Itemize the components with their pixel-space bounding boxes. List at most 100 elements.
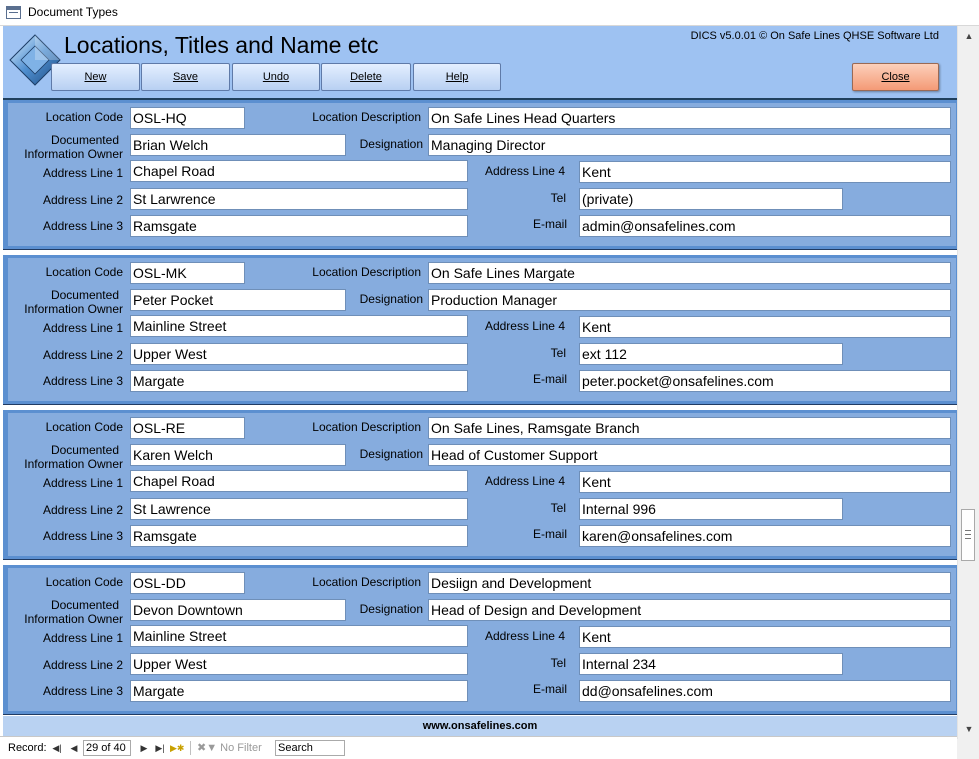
location-code-field[interactable]: OSL-RE [130, 417, 245, 439]
owner-label-line2: Information Owner [24, 302, 123, 316]
record-list: Location Code Documented Information Owner… [3, 98, 957, 716]
help-button[interactable]: Help [413, 63, 501, 91]
version-text: DICS v5.0.01 © On Safe Lines QHSE Softwa… [690, 30, 939, 42]
form-window-icon [6, 6, 21, 19]
address2-field[interactable]: St Larwrence [130, 188, 468, 210]
address3-label: Address Line 3 [42, 529, 123, 543]
location-description-label: Location Description [312, 575, 421, 589]
address2-label: Address Line 2 [42, 503, 123, 517]
address1-field[interactable]: Chapel Road [130, 470, 468, 492]
owner-label-line2: Information Owner [24, 612, 123, 626]
record-navigation-bar: Record: ◀| ◀ 29 of 40 ▶ ▶| ▶✱ ✖▼ No Filt… [0, 736, 957, 759]
page-title: Locations, Titles and Name etc [64, 32, 379, 58]
last-record-icon[interactable]: ▶| [153, 740, 167, 756]
website-url: www.onsafelines.com [3, 716, 957, 736]
location-code-label: Location Code [45, 575, 123, 589]
location-code-field[interactable]: OSL-HQ [130, 107, 245, 129]
location-record: Location Code Documented Information Owner… [3, 410, 957, 560]
tel-field[interactable]: Internal 996 [579, 498, 843, 520]
location-description-field[interactable]: On Safe Lines Head Quarters [428, 107, 951, 129]
location-description-field[interactable]: On Safe Lines, Ramsgate Branch [428, 417, 951, 439]
scroll-thumb[interactable] [961, 509, 975, 561]
form-area: Locations, Titles and Name etc DICS v5.0… [3, 26, 957, 736]
address4-field[interactable]: Kent [579, 316, 951, 338]
owner-label-line2: Information Owner [24, 147, 123, 161]
address3-label: Address Line 3 [42, 684, 123, 698]
address1-label: Address Line 1 [42, 166, 123, 180]
owner-label-line1: Documented [50, 598, 119, 612]
location-code-field[interactable]: OSL-DD [130, 572, 245, 594]
location-record: Location Code Documented Information Owner… [3, 100, 957, 250]
owner-label-line2: Information Owner [24, 457, 123, 471]
owner-field[interactable]: Karen Welch [130, 444, 346, 466]
tel-field[interactable]: Internal 234 [579, 653, 843, 675]
undo-button[interactable]: Undo [232, 63, 320, 91]
address2-label: Address Line 2 [42, 658, 123, 672]
owner-field[interactable]: Devon Downtown [130, 599, 346, 621]
designation-field[interactable]: Production Manager [428, 289, 951, 311]
location-description-field[interactable]: Desiign and Development [428, 572, 951, 594]
location-description-field[interactable]: On Safe Lines Margate [428, 262, 951, 284]
address1-field[interactable]: Mainline Street [130, 625, 468, 647]
email-field[interactable]: peter.pocket@onsafelines.com [579, 370, 951, 392]
owner-label-line1: Documented [50, 133, 119, 147]
first-record-icon[interactable]: ◀| [50, 740, 64, 756]
location-code-label: Location Code [45, 265, 123, 279]
email-field[interactable]: dd@onsafelines.com [579, 680, 951, 702]
address4-field[interactable]: Kent [579, 471, 951, 493]
address2-field[interactable]: Upper West [130, 343, 468, 365]
previous-record-icon[interactable]: ◀ [67, 740, 81, 756]
address2-field[interactable]: St Lawrence [130, 498, 468, 520]
address4-field[interactable]: Kent [579, 161, 951, 183]
location-record: Location Code Documented Information Owner… [3, 565, 957, 715]
location-code-field[interactable]: OSL-MK [130, 262, 245, 284]
address1-field[interactable]: Mainline Street [130, 315, 468, 337]
record-label: Record: [8, 742, 47, 754]
tel-field[interactable]: ext 112 [579, 343, 843, 365]
owner-field[interactable]: Brian Welch [130, 134, 346, 156]
location-description-label: Location Description [312, 110, 421, 124]
save-button[interactable]: Save [141, 63, 230, 91]
address2-label: Address Line 2 [42, 348, 123, 362]
address4-field[interactable]: Kent [579, 626, 951, 648]
owner-field[interactable]: Peter Pocket [130, 289, 346, 311]
address3-label: Address Line 3 [42, 219, 123, 233]
filter-off-icon: ✖▼ [197, 742, 218, 754]
location-record: Location Code Documented Information Owner… [3, 255, 957, 405]
designation-field[interactable]: Head of Design and Development [428, 599, 951, 621]
window-title: Document Types [28, 5, 118, 19]
address3-field[interactable]: Ramsgate [130, 215, 468, 237]
location-code-label: Location Code [45, 110, 123, 124]
address1-field[interactable]: Chapel Road [130, 160, 468, 182]
search-input[interactable]: Search [275, 740, 345, 756]
address3-field[interactable]: Margate [130, 680, 468, 702]
scroll-down-icon[interactable]: ▼ [961, 721, 977, 737]
designation-field[interactable]: Managing Director [428, 134, 951, 156]
address1-label: Address Line 1 [42, 631, 123, 645]
designation-field[interactable]: Head of Customer Support [428, 444, 951, 466]
resize-grip[interactable] [957, 739, 979, 759]
no-filter-button[interactable]: ✖▼ No Filter [197, 740, 262, 756]
address1-label: Address Line 1 [42, 476, 123, 490]
record-position-input[interactable]: 29 of 40 [83, 740, 131, 756]
location-code-label: Location Code [45, 420, 123, 434]
new-button[interactable]: New [51, 63, 140, 91]
location-description-label: Location Description [312, 420, 421, 434]
tel-field[interactable]: (private) [579, 188, 843, 210]
delete-button[interactable]: Delete [321, 63, 411, 91]
address3-field[interactable]: Margate [130, 370, 468, 392]
address3-label: Address Line 3 [42, 374, 123, 388]
vertical-scrollbar[interactable]: ▲ ▼ [957, 26, 979, 739]
close-button[interactable]: Close [852, 63, 939, 91]
address2-label: Address Line 2 [42, 193, 123, 207]
address1-label: Address Line 1 [42, 321, 123, 335]
address2-field[interactable]: Upper West [130, 653, 468, 675]
new-record-icon[interactable]: ▶✱ [170, 740, 184, 756]
email-field[interactable]: admin@onsafelines.com [579, 215, 951, 237]
owner-label-line1: Documented [50, 288, 119, 302]
email-field[interactable]: karen@onsafelines.com [579, 525, 951, 547]
next-record-icon[interactable]: ▶ [137, 740, 151, 756]
title-bar: Document Types [0, 0, 979, 26]
address3-field[interactable]: Ramsgate [130, 525, 468, 547]
scroll-up-icon[interactable]: ▲ [961, 28, 977, 44]
